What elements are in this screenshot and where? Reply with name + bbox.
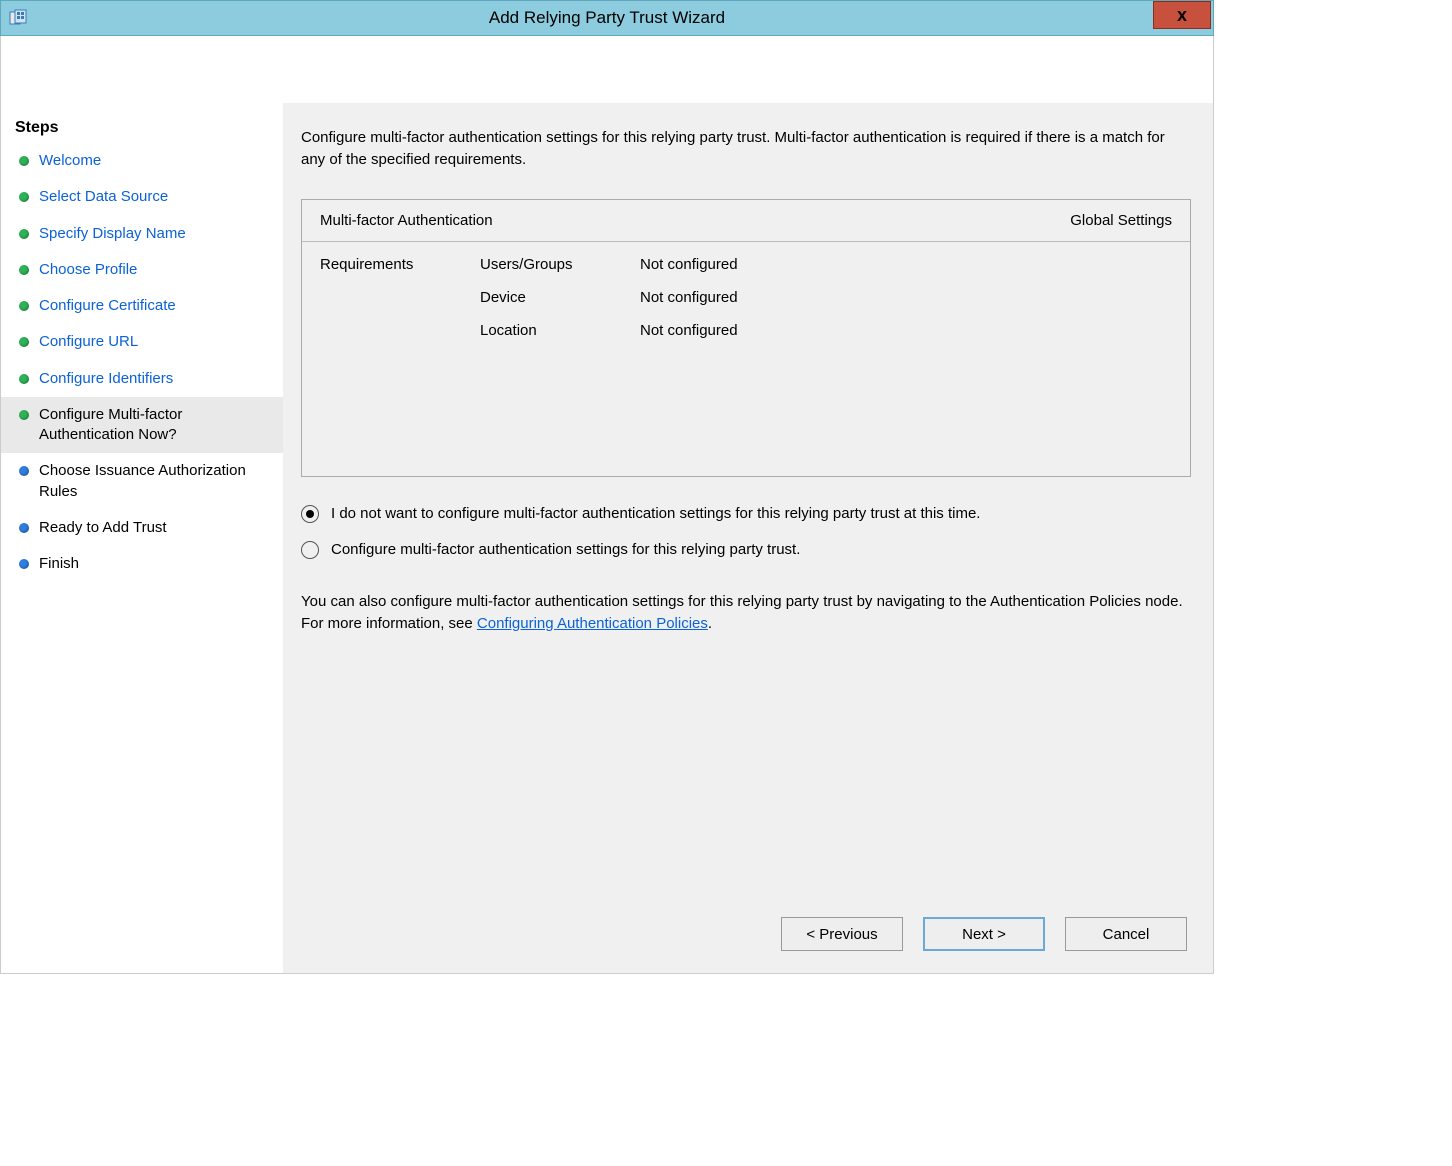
step-label: Select Data Source xyxy=(39,187,168,207)
wizard-button-row: < Previous Next > Cancel xyxy=(301,895,1191,973)
mfa-req-key: Users/Groups xyxy=(480,256,640,273)
step-label: Specify Display Name xyxy=(39,224,186,244)
step-bullet-icon xyxy=(19,410,29,420)
close-button[interactable]: x xyxy=(1153,1,1211,29)
step-label: Finish xyxy=(39,554,79,574)
step-bullet-icon xyxy=(19,559,29,569)
wizard-steps-nav: Steps Welcome Select Data Source Specify… xyxy=(1,103,283,973)
step-select-data-source[interactable]: Select Data Source xyxy=(1,179,283,215)
window-title: Add Relying Party Trust Wizard xyxy=(1,8,1213,28)
step-label: Choose Issuance Authorization Rules xyxy=(39,461,269,502)
mfa-requirements-grid: Requirements Users/Groups Not configured… xyxy=(302,242,1190,476)
step-ready-to-add-trust[interactable]: Ready to Add Trust xyxy=(1,510,283,546)
mfa-option-skip[interactable]: I do not want to configure multi-factor … xyxy=(301,505,1191,523)
configuring-auth-policies-link[interactable]: Configuring Authentication Policies xyxy=(477,615,708,632)
step-choose-profile[interactable]: Choose Profile xyxy=(1,252,283,288)
mfa-option-label: Configure multi-factor authentication se… xyxy=(331,541,800,558)
mfa-note-suffix: . xyxy=(708,615,712,632)
wizard-banner xyxy=(0,36,1214,103)
step-finish[interactable]: Finish xyxy=(1,546,283,582)
step-label: Ready to Add Trust xyxy=(39,518,167,538)
close-icon: x xyxy=(1177,5,1187,26)
mfa-requirement-row: Requirements Users/Groups Not configured xyxy=(320,256,1172,273)
step-bullet-icon xyxy=(19,374,29,384)
radio-icon xyxy=(301,541,319,559)
mfa-req-value: Not configured xyxy=(640,256,840,273)
cancel-button[interactable]: Cancel xyxy=(1065,917,1187,951)
step-choose-issuance-auth-rules[interactable]: Choose Issuance Authorization Rules xyxy=(1,453,283,510)
step-label: Configure Multi-factor Authentication No… xyxy=(39,405,269,446)
step-label: Welcome xyxy=(39,151,101,171)
mfa-req-key: Device xyxy=(480,289,640,306)
step-welcome[interactable]: Welcome xyxy=(1,143,283,179)
adfs-app-icon xyxy=(9,9,27,27)
step-bullet-icon xyxy=(19,337,29,347)
steps-list: Welcome Select Data Source Specify Displ… xyxy=(1,143,283,582)
step-label: Configure Identifiers xyxy=(39,369,173,389)
step-bullet-icon xyxy=(19,229,29,239)
step-label: Configure Certificate xyxy=(39,296,176,316)
step-bullet-icon xyxy=(19,466,29,476)
steps-heading: Steps xyxy=(1,113,283,143)
mfa-box-header: Multi-factor Authentication Global Setti… xyxy=(302,200,1190,242)
mfa-note: You can also configure multi-factor auth… xyxy=(301,591,1191,636)
wizard-content: Configure multi-factor authentication se… xyxy=(283,103,1213,973)
mfa-option-configure[interactable]: Configure multi-factor authentication se… xyxy=(301,541,1191,559)
mfa-requirement-row: Device Not configured xyxy=(320,289,1172,306)
intro-text: Configure multi-factor authentication se… xyxy=(301,127,1191,171)
mfa-requirements-label: Requirements xyxy=(320,256,480,273)
step-configure-certificate[interactable]: Configure Certificate xyxy=(1,288,283,324)
mfa-requirement-row: Location Not configured xyxy=(320,322,1172,339)
step-label: Choose Profile xyxy=(39,260,137,280)
mfa-option-label: I do not want to configure multi-factor … xyxy=(331,505,980,522)
step-configure-identifiers[interactable]: Configure Identifiers xyxy=(1,361,283,397)
step-bullet-icon xyxy=(19,192,29,202)
mfa-req-key: Location xyxy=(480,322,640,339)
step-bullet-icon xyxy=(19,265,29,275)
step-bullet-icon xyxy=(19,301,29,311)
mfa-summary-box: Multi-factor Authentication Global Setti… xyxy=(301,199,1191,477)
step-specify-display-name[interactable]: Specify Display Name xyxy=(1,216,283,252)
mfa-box-title: Multi-factor Authentication xyxy=(320,212,493,229)
wizard-body: Steps Welcome Select Data Source Specify… xyxy=(0,103,1214,974)
titlebar: Add Relying Party Trust Wizard x xyxy=(0,0,1214,36)
mfa-req-value: Not configured xyxy=(640,322,840,339)
next-button[interactable]: Next > xyxy=(923,917,1045,951)
previous-button[interactable]: < Previous xyxy=(781,917,903,951)
radio-icon xyxy=(301,505,319,523)
mfa-req-value: Not configured xyxy=(640,289,840,306)
mfa-note-text: You can also configure multi-factor auth… xyxy=(301,593,1183,633)
step-configure-url[interactable]: Configure URL xyxy=(1,324,283,360)
mfa-global-settings-link[interactable]: Global Settings xyxy=(1070,212,1172,229)
step-bullet-icon xyxy=(19,156,29,166)
step-configure-mfa-now[interactable]: Configure Multi-factor Authentication No… xyxy=(1,397,283,454)
step-label: Configure URL xyxy=(39,332,138,352)
step-bullet-icon xyxy=(19,523,29,533)
